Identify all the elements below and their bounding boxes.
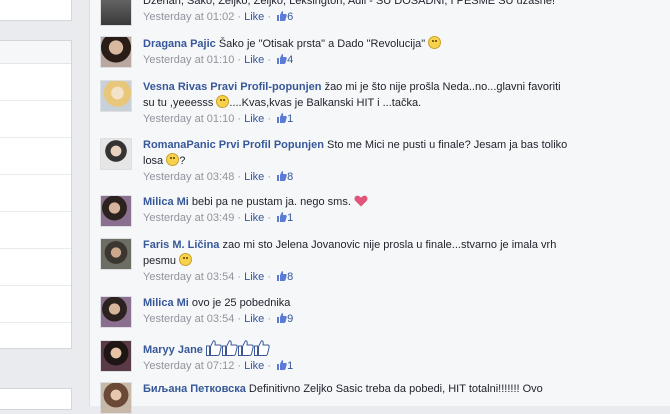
thumbs-up-emoticon-icon	[254, 340, 270, 356]
comment-timestamp[interactable]: Yesterday at 03:54	[143, 271, 234, 283]
comment-timestamp[interactable]: Yesterday at 03:49	[143, 212, 234, 224]
comment: Milica Mi bebi pa ne pustam ja. nego sms…	[100, 195, 570, 227]
comment-timestamp[interactable]: Yesterday at 03:48	[143, 171, 234, 183]
left-panel-list	[0, 40, 72, 349]
avatar[interactable]	[100, 238, 132, 270]
left-panel-bottom	[0, 388, 72, 410]
comment-author[interactable]: Milica Mi	[143, 196, 189, 208]
comment-text: ovo je 25 pobednika	[191, 297, 291, 309]
comment-author[interactable]: Milica Mi	[143, 297, 189, 309]
smiley-emoticon-icon	[166, 153, 180, 166]
thumbs-up-emoticon-icon	[238, 340, 254, 356]
comment-timestamp[interactable]: Yesterday at 01:10	[143, 54, 234, 66]
comment-timestamp[interactable]: Yesterday at 01:02	[143, 11, 234, 23]
thumbs-up-icon	[277, 360, 287, 370]
like-link[interactable]: Like	[244, 271, 264, 283]
like-count[interactable]: 6	[287, 11, 293, 23]
like-count[interactable]: 9	[287, 313, 293, 325]
like-link[interactable]: Like	[244, 171, 264, 183]
like-count[interactable]: 8	[287, 171, 293, 183]
comment-author[interactable]: Vesna Rivas Pravi Profil-popunjen	[143, 81, 322, 93]
left-panel-row[interactable]	[0, 138, 71, 175]
left-panel-row[interactable]	[0, 175, 71, 212]
comment: Faris M. Ličina zao mi sto Jelena Jovano…	[100, 238, 570, 284]
comment-meta: Yesterday at 03:54 · Like · 9	[143, 313, 294, 325]
avatar[interactable]	[100, 340, 132, 372]
comment-meta: Yesterday at 01:10 · Like · 4	[143, 54, 294, 66]
like-count[interactable]: 1	[287, 212, 293, 224]
like-count[interactable]: 1	[287, 113, 293, 125]
comment-author[interactable]: Faris M. Ličina	[143, 239, 219, 251]
comment-text: Dzenan, Sako, Zeljko, Zeljko, Leksington…	[143, 0, 556, 7]
like-link[interactable]: Like	[244, 11, 264, 23]
smiley-emoticon-icon	[216, 95, 230, 108]
avatar[interactable]	[100, 138, 132, 170]
avatar[interactable]	[100, 195, 132, 227]
like-count[interactable]: 1	[287, 360, 293, 372]
like-link[interactable]: Like	[244, 54, 264, 66]
thumbs-up-emoticon-icon	[222, 340, 238, 356]
avatar[interactable]	[100, 296, 132, 328]
comment: Vesna Rivas Pravi Profil-popunjen žao mi…	[100, 80, 570, 126]
left-panel-row[interactable]	[0, 212, 71, 249]
comment-text: bebi pa ne pustam ja. nego sms.	[191, 196, 351, 208]
left-column	[0, 0, 75, 410]
like-count[interactable]: 4	[287, 54, 293, 66]
thumbs-up-icon	[277, 271, 287, 281]
like-link[interactable]: Like	[244, 313, 264, 325]
avatar[interactable]	[100, 80, 132, 112]
comment: Dzenan, Sako, Zeljko, Zeljko, Leksington…	[100, 0, 570, 26]
avatar[interactable]	[100, 36, 132, 68]
left-panel-row[interactable]	[0, 286, 71, 323]
left-panel-row[interactable]	[0, 249, 71, 286]
left-panel-row[interactable]	[0, 64, 71, 101]
comment: Dragana Pajic Šako je "Otisak prsta" a D…	[100, 36, 570, 68]
comment-meta: Yesterday at 03:54 · Like · 8	[143, 271, 294, 283]
comment: Milica Mi ovo je 25 pobednika Yesterday …	[100, 296, 570, 328]
comment-text-continued: ....Kvas,kvas je Balkanski HIT i ...tačk…	[229, 97, 422, 109]
thumbs-up-emoticon-icon	[206, 340, 222, 356]
comment: Maryy Jane Yesterday at 07:12 · Like · 1	[100, 340, 570, 373]
like-count[interactable]: 8	[287, 271, 293, 283]
comment-timestamp[interactable]: Yesterday at 07:12	[143, 360, 234, 372]
comment-meta: Yesterday at 03:48 · Like · 8	[143, 171, 294, 183]
comment-meta: Yesterday at 07:12 · Like · 1	[143, 360, 294, 372]
left-panel-top	[0, 0, 72, 21]
avatar[interactable]	[100, 382, 132, 414]
comment-author[interactable]: Maryy Jane	[143, 344, 203, 356]
comment-author[interactable]: Биљана Петковска	[143, 383, 246, 395]
comment-meta: Yesterday at 01:02 · Like · 6	[143, 11, 294, 23]
smiley-emoticon-icon	[428, 36, 442, 49]
heart-emoticon-icon	[354, 195, 368, 207]
left-panel-row[interactable]	[0, 101, 71, 138]
thumbs-up-icon	[277, 113, 287, 123]
comment-text: Definitivno Zeljko Sasic treba da pobedi…	[248, 383, 543, 395]
thumbs-up-icon	[277, 11, 287, 21]
like-link[interactable]: Like	[244, 360, 264, 372]
comment-timestamp[interactable]: Yesterday at 01:10	[143, 113, 234, 125]
comment-text-continued: ?	[179, 155, 186, 167]
thumbs-up-icon	[277, 54, 287, 64]
comment-author[interactable]: RomanaPanic Prvi Profil Popunjen	[143, 139, 324, 151]
thumbs-up-icon	[277, 212, 287, 222]
comment: Биљана Петковска Definitivno Zeljko Sasi…	[100, 382, 570, 414]
avatar[interactable]	[100, 0, 132, 26]
comment-meta: Yesterday at 01:10 · Like · 1	[143, 113, 294, 125]
comment: RomanaPanic Prvi Profil Popunjen Sto me …	[100, 138, 570, 184]
comment-timestamp[interactable]: Yesterday at 03:54	[143, 313, 234, 325]
comment-author[interactable]: Dragana Pajic	[143, 38, 216, 50]
like-link[interactable]: Like	[244, 113, 264, 125]
left-panel-header	[0, 41, 71, 64]
comment-meta: Yesterday at 03:49 · Like · 1	[143, 212, 294, 224]
comment-text: Šako je "Otisak prsta" a Dado "Revolucij…	[218, 38, 426, 50]
page-scrollbar[interactable]	[664, 0, 670, 400]
thumbs-up-icon	[277, 313, 287, 323]
like-link[interactable]: Like	[244, 212, 264, 224]
thumbs-up-icon	[277, 171, 287, 181]
smiley-emoticon-icon	[179, 253, 193, 266]
